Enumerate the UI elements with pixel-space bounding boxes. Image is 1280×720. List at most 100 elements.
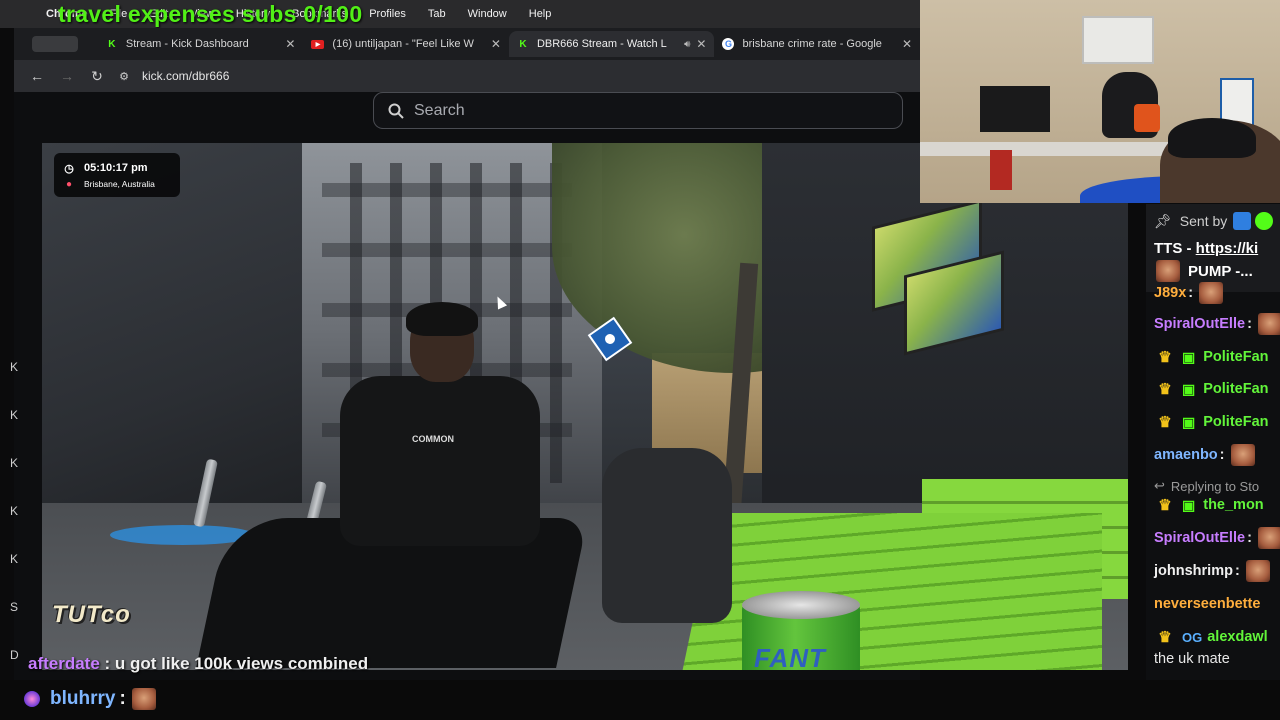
chat-username[interactable]: PoliteFan <box>1203 381 1268 397</box>
close-icon[interactable]: ✕ <box>902 37 912 51</box>
forward-arrow-icon[interactable]: → <box>52 68 82 84</box>
pump-text: PUMP -... <box>1188 262 1253 280</box>
chat-username[interactable]: amaenbo <box>1154 447 1218 463</box>
location-pin-icon: ● <box>65 178 73 190</box>
chat-username[interactable]: the_mon <box>1203 497 1263 513</box>
chat-message: SpiralOutElle: <box>1154 311 1280 337</box>
stream-clock: 05:10:17 pm <box>84 162 148 174</box>
chat-username[interactable]: neverseenbette <box>1154 596 1260 612</box>
edge-mark: K <box>10 552 19 566</box>
stream-video[interactable]: COMMON FANT ◷ 05:10:17 pm ● Brisbane, Aust… <box>42 143 1128 670</box>
chat-message: amaenbo: <box>1154 442 1255 468</box>
speaker-icon[interactable]: 🔊︎ <box>684 39 690 50</box>
site-info-icon[interactable]: ⚙︎ <box>112 70 136 83</box>
edge-mark: K <box>10 504 19 518</box>
chat-username[interactable]: SpiralOutElle <box>1154 316 1245 332</box>
tab-youtube[interactable]: ▶ (16) untiljapan - "Feel Like W ✕ <box>303 31 509 57</box>
sender-badge-icon <box>1233 212 1252 230</box>
sent-by-label: Sent by <box>1179 213 1228 229</box>
chat-message: ♛ OG alexdawl <box>1154 624 1267 650</box>
menu-window[interactable]: Window <box>468 8 507 20</box>
can-label: FANT <box>754 643 826 670</box>
stream-location: Brisbane, Australia <box>84 179 155 189</box>
shirt-print: COMMON <box>412 434 454 444</box>
overlay-chat-username: afterdate <box>28 654 100 673</box>
kick-icon: K <box>108 38 116 50</box>
crown-icon: ♛ <box>1158 349 1172 366</box>
search-input[interactable]: Search <box>373 92 903 129</box>
emote-icon <box>1257 527 1280 549</box>
person-sitting: COMMON <box>196 302 592 668</box>
edge-mark: K <box>10 408 19 422</box>
bottom-strip <box>0 680 1280 720</box>
emote-icon <box>1156 260 1180 282</box>
globe-badge-icon <box>24 691 40 707</box>
close-icon[interactable]: ✕ <box>285 37 295 51</box>
tab-title: brisbane crime rate - Google <box>742 38 882 50</box>
overlay-chat-line: afterdate : u got like 100k views combin… <box>28 654 369 673</box>
chat-message: johnshrimp: <box>1154 558 1270 584</box>
tab-title: DBR666 Stream - Watch L <box>536 38 667 50</box>
close-icon[interactable]: ✕ <box>491 37 501 51</box>
menu-help[interactable]: Help <box>529 8 552 20</box>
tab-google-search[interactable]: G brisbane crime rate - Google ✕ <box>714 31 920 57</box>
og-badge-icon: OG <box>1182 629 1203 645</box>
tab-title: Stream - Kick Dashboard <box>125 38 249 50</box>
edge-mark: S <box>10 600 19 614</box>
chat-message: ♛ ▣ PoliteFan <box>1154 409 1268 435</box>
address-bar[interactable]: kick.com/dbr666 <box>142 69 229 83</box>
menu-tab[interactable]: Tab <box>428 8 446 20</box>
webcam-feed <box>920 0 1280 203</box>
chat-username[interactable]: J89x <box>1154 285 1186 301</box>
chat-username[interactable]: SpiralOutElle <box>1154 530 1245 546</box>
chat-username[interactable]: PoliteFan <box>1203 349 1268 365</box>
kick-icon: K <box>519 38 527 50</box>
chat-username[interactable]: alexdawl <box>1207 629 1267 645</box>
tab-dbr666-stream[interactable]: K DBR666 Stream - Watch L 🔊︎ ✕ <box>508 31 715 57</box>
tab-strip: K Stream - Kick Dashboard ✕ ▶ (16) until… <box>14 28 920 60</box>
chat-panel: 📌︎ Sent by TTS - https://ki PUMP -... J8… <box>1146 204 1280 680</box>
backpack <box>602 448 732 623</box>
edge-mark: K <box>10 456 19 470</box>
soda-can: FANT <box>742 591 860 670</box>
time-location-overlay: ◷ 05:10:17 pm ● Brisbane, Australia <box>54 153 180 197</box>
screen: Chrome File Edit View History Bookmarks … <box>0 0 1280 720</box>
browser-toolbar: ← → ↻ ⚙︎ kick.com/dbr666 <box>14 60 920 92</box>
emote-icon <box>131 688 156 710</box>
gift-icon: ▣ <box>1182 348 1196 365</box>
chat-message: neverseenbette <box>1154 591 1260 617</box>
menu-profiles[interactable]: Profiles <box>369 8 406 20</box>
verified-badge-icon <box>1255 212 1274 230</box>
close-icon[interactable]: ✕ <box>696 37 706 51</box>
tab-kick-dashboard[interactable]: K Stream - Kick Dashboard ✕ <box>98 31 304 57</box>
clock-icon: ◷ <box>64 162 74 175</box>
search-icon <box>388 103 404 119</box>
crown-icon: ♛ <box>1158 629 1172 646</box>
pin-icon: 📌︎ <box>1154 212 1172 229</box>
reload-icon[interactable]: ↻ <box>82 68 112 85</box>
chat-username[interactable]: johnshrimp <box>1154 563 1233 579</box>
pinned-message[interactable]: 📌︎ Sent by TTS - https://ki PUMP -... <box>1146 204 1280 292</box>
google-icon: G <box>722 38 735 50</box>
youtube-icon: ▶ <box>311 39 325 49</box>
sidebar-toggle-button[interactable] <box>32 36 78 52</box>
back-arrow-icon[interactable]: ← <box>22 68 52 84</box>
emote-icon <box>1257 313 1280 335</box>
chat-message: ♛ ▣ PoliteFan <box>1154 344 1268 370</box>
tts-link[interactable]: https://ki <box>1196 240 1259 257</box>
tutco-logo: TUTco <box>52 601 131 628</box>
crown-icon: ♛ <box>1158 381 1172 398</box>
search-placeholder: Search <box>414 101 465 119</box>
crown-icon: ♛ <box>1158 414 1172 431</box>
chat-message: J89x: <box>1154 280 1224 306</box>
tts-prefix: TTS - <box>1154 240 1196 257</box>
gift-icon: ▣ <box>1182 413 1196 430</box>
chat-message: SpiralOutElle: <box>1154 525 1280 551</box>
overlay-chat-line: bluhrry: <box>24 688 156 710</box>
crown-icon: ♛ <box>1158 497 1172 514</box>
chat-message: ♛ ▣ the_mon <box>1154 492 1263 518</box>
edge-mark: K <box>10 360 19 374</box>
tab-title: (16) untiljapan - "Feel Like W <box>332 38 474 50</box>
gift-icon: ▣ <box>1182 380 1196 397</box>
chat-username[interactable]: PoliteFan <box>1203 414 1268 430</box>
